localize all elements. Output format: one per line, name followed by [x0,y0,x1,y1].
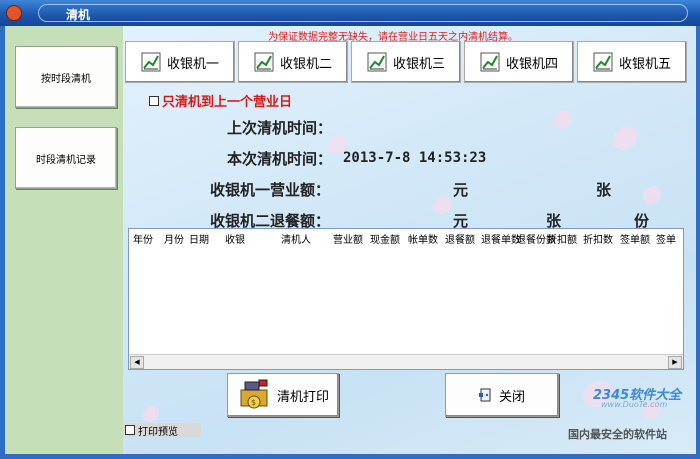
column-header[interactable]: 折扣额 [547,231,577,246]
window-title: 清机 [66,8,91,22]
watermark-url: www.DuoTe.com [601,400,668,409]
column-header[interactable]: 签单 [656,231,676,246]
tab-register-1[interactable]: 收银机一 [125,41,235,83]
title-bar: 清机 [0,0,700,27]
clear-records-table[interactable]: 年份 月份 日期 收银 清机人 营业额 现金额 帐单数 退餐额 退餐单数 退餐份… [128,228,684,370]
tab-label: 收银机四 [505,56,558,72]
tab-register-4[interactable]: 收银机四 [464,41,574,83]
sidebar-item-clear-by-period[interactable]: 按时段清机 [15,46,117,108]
chart-icon [480,52,500,72]
column-header[interactable]: 营业额 [333,231,363,246]
register1-sales-label: 收银机一营业额： [210,181,331,199]
tab-label: 收银机二 [279,56,332,72]
petal-decoration [643,186,661,204]
sidebar-item-label: 按时段清机 [41,73,91,85]
column-header[interactable]: 清机人 [281,231,311,246]
previous-day-label: 只清机到上一个营业日 [162,95,293,110]
print-preview-label: 打印预览 [138,426,178,438]
petal-decoration [143,406,159,422]
frame-right [696,26,700,459]
chart-icon [254,52,274,72]
previous-day-checkbox[interactable] [149,95,159,106]
scroll-right-icon[interactable]: ▶ [668,356,682,369]
column-header[interactable]: 折扣数 [583,231,613,246]
column-header[interactable]: 月份 [164,231,184,246]
column-header[interactable]: 年份 [133,231,153,246]
sidebar-item-label: 时段清机记录 [36,154,96,166]
tab-register-2[interactable]: 收银机二 [238,41,348,83]
cash-register-icon: $ [240,379,268,409]
sales-yuan-unit: 元 [453,181,469,199]
print-preview-option[interactable]: 打印预览 [123,423,201,438]
svg-text:$: $ [251,398,256,407]
this-clear-time-label: 本次清机时间： [227,150,333,168]
sidebar-item-clear-records[interactable]: 时段清机记录 [15,127,117,189]
column-header[interactable]: 签单额 [620,231,650,246]
column-header[interactable]: 日期 [189,231,209,246]
last-clear-time-label: 上次清机时间： [227,119,333,137]
sidebar: 按时段清机 时段清机记录 [5,26,123,454]
exit-door-icon [478,388,491,402]
previous-day-option[interactable]: 只清机到上一个营业日 [149,91,292,110]
scroll-left-icon[interactable]: ◀ [130,356,144,369]
tab-label: 收银机五 [618,56,671,72]
watermark-tagline: 国内最安全的软件站 [568,428,667,441]
close-label: 关闭 [498,389,525,405]
petal-decoration [553,111,571,129]
sales-count-unit: 张 [596,181,612,199]
title-pill [38,4,688,22]
close-button[interactable]: 关闭 [445,373,559,417]
main-panel: 为保证数据完整无缺失，请在营业日五天之内清机结算。 收银机一 收银机二 收银机三… [123,26,696,454]
chart-icon [593,52,613,72]
column-header[interactable]: 退餐额 [445,231,475,246]
column-header[interactable]: 现金额 [370,231,400,246]
print-preview-checkbox[interactable] [125,425,135,435]
clear-print-button[interactable]: $ 清机打印 [227,373,339,417]
chart-icon [141,52,161,72]
chart-icon [367,52,387,72]
tab-label: 收银机三 [392,56,445,72]
petal-decoration [433,196,451,214]
column-header[interactable]: 收银 [225,231,245,246]
tab-label: 收银机一 [166,56,219,72]
column-header[interactable]: 帐单数 [408,231,438,246]
app-icon [6,5,22,21]
this-clear-time-value: 2013-7-8 14:53:23 [343,150,487,166]
column-header[interactable]: 退餐单数 [481,231,521,246]
petal-decoration [613,126,637,150]
clear-print-label: 清机打印 [276,389,329,405]
horizontal-scrollbar[interactable]: ◀ ▶ [129,354,683,369]
tab-register-5[interactable]: 收银机五 [577,41,687,83]
tab-register-3[interactable]: 收银机三 [351,41,461,83]
frame-bottom [0,454,700,459]
table-header: 年份 月份 日期 收银 清机人 营业额 现金额 帐单数 退餐额 退餐单数 退餐份… [129,231,683,247]
